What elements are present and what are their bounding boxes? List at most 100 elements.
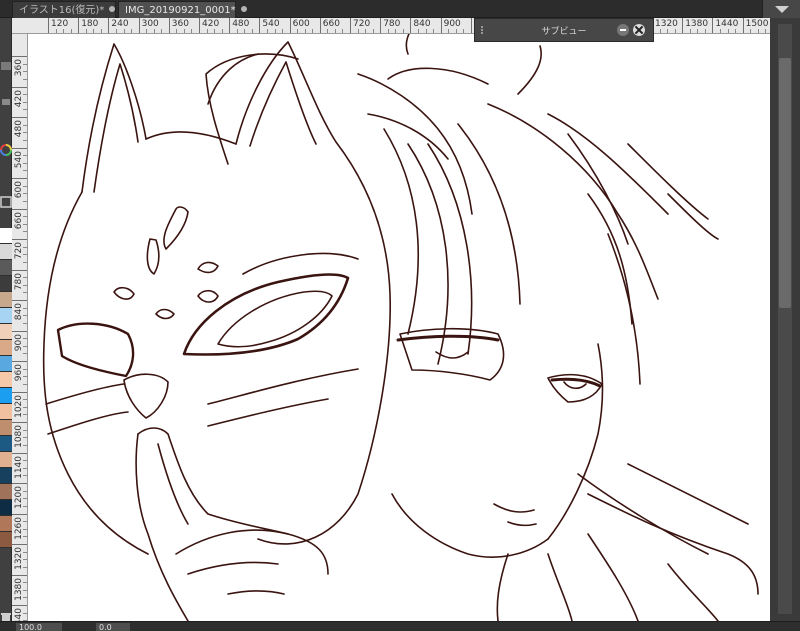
ruler-minor-tick xyxy=(146,29,148,33)
ruler-minor-tick xyxy=(463,29,465,33)
ruler-minor-tick xyxy=(417,29,419,33)
ruler-minor-tick xyxy=(395,29,397,33)
ruler-minor-tick xyxy=(274,29,276,33)
tab-list-dropdown-button[interactable] xyxy=(762,0,800,18)
ruler-minor-tick xyxy=(23,277,27,279)
unsaved-dot-icon xyxy=(240,6,247,12)
ruler-minor-tick xyxy=(334,29,336,33)
ruler-tick-label: 1380 xyxy=(685,19,709,29)
color-swatch[interactable] xyxy=(0,532,12,548)
ruler-minor-tick xyxy=(704,29,706,33)
color-swatch[interactable] xyxy=(0,468,12,484)
ruler-minor-tick xyxy=(689,29,691,33)
color-swatch[interactable] xyxy=(0,420,12,436)
document-tab-label: イラスト16(復元)* xyxy=(19,5,105,16)
ruler-minor-tick xyxy=(23,475,27,477)
ruler-tick: 360 xyxy=(168,18,189,33)
color-swatch[interactable] xyxy=(0,452,12,468)
ruler-minor-tick xyxy=(23,193,27,195)
ruler-minor-tick xyxy=(85,29,87,33)
ruler-minor-tick xyxy=(735,29,737,33)
color-swatch[interactable] xyxy=(0,516,12,532)
ruler-minor-tick xyxy=(23,582,27,584)
ruler-minor-tick xyxy=(214,29,216,33)
zoom-level-field[interactable]: 100.0 xyxy=(16,623,62,631)
drawing-canvas[interactable] xyxy=(28,34,770,621)
document-tab[interactable]: イラスト16(復元)* xyxy=(12,1,116,18)
ruler-minor-tick xyxy=(23,78,27,80)
subview-panel[interactable]: サブビュー xyxy=(474,18,654,42)
close-icon[interactable] xyxy=(633,24,645,36)
color-swatch[interactable] xyxy=(0,260,12,276)
ruler-tick-label: 720 xyxy=(353,19,371,29)
ruler-minor-tick xyxy=(23,292,27,294)
rotation-angle-field[interactable]: 0.0 xyxy=(96,623,130,631)
ruler-minor-tick xyxy=(23,536,27,538)
ruler-minor-tick xyxy=(23,437,27,439)
ruler-minor-tick xyxy=(23,139,27,141)
color-swatch[interactable] xyxy=(0,308,12,324)
ruler-minor-tick xyxy=(244,29,246,33)
ruler-minor-tick xyxy=(23,315,27,317)
color-swatch[interactable] xyxy=(0,436,12,452)
color-swatch[interactable] xyxy=(0,228,12,244)
ruler-minor-tick xyxy=(23,254,27,256)
color-swatch[interactable] xyxy=(0,404,12,420)
ruler-minor-tick xyxy=(674,29,676,33)
color-swatch[interactable] xyxy=(0,388,12,404)
color-swatch[interactable] xyxy=(0,324,12,340)
ruler-minor-tick xyxy=(131,29,133,33)
palette-options-icon[interactable] xyxy=(0,194,12,210)
vertical-scrollbar[interactable] xyxy=(770,18,800,621)
document-tab-active[interactable]: IMG_20190921_0001* xyxy=(118,1,247,18)
ruler-minor-tick xyxy=(236,29,238,33)
color-wheel-icon[interactable] xyxy=(0,142,12,156)
color-swatch[interactable] xyxy=(0,356,12,372)
ruler-minor-tick xyxy=(697,29,699,33)
minimize-icon[interactable] xyxy=(617,24,629,36)
color-swatch[interactable] xyxy=(0,276,12,292)
ruler-tick-label: 840 xyxy=(413,19,431,29)
ruler-minor-tick xyxy=(23,399,27,401)
ruler-tick-label: 540 xyxy=(14,150,24,168)
ruler-tick-label: 120 xyxy=(51,19,69,29)
ruler-minor-tick xyxy=(750,29,752,33)
ruler-minor-tick xyxy=(297,29,299,33)
color-swatch[interactable] xyxy=(0,244,12,260)
ruler-minor-tick xyxy=(23,521,27,523)
tool-icon[interactable] xyxy=(0,94,12,108)
color-swatch[interactable] xyxy=(0,372,12,388)
ruler-tick: 1380 xyxy=(682,18,708,33)
line-art-drawing xyxy=(42,34,759,621)
ruler-minor-tick xyxy=(23,124,27,126)
ruler-tick: 960 xyxy=(470,18,491,33)
ruler-tick-label: 480 xyxy=(232,19,250,29)
ruler-minor-tick xyxy=(55,29,57,33)
left-panel-strip xyxy=(0,18,12,631)
ruler-tick-label: 780 xyxy=(14,272,24,290)
ruler-minor-tick xyxy=(448,29,450,33)
ruler-tick-label: 660 xyxy=(14,211,24,229)
ruler-tick-label: 660 xyxy=(322,19,340,29)
ruler-tick: 240 xyxy=(108,18,129,33)
ruler-minor-tick xyxy=(23,597,27,599)
layer-tool-icon[interactable] xyxy=(0,58,12,72)
ruler-minor-tick xyxy=(23,498,27,500)
ruler-minor-tick xyxy=(23,460,27,462)
ruler-minor-tick xyxy=(425,29,427,33)
ruler-tick-label: 420 xyxy=(202,19,220,29)
ruler-tick: 600 xyxy=(289,18,310,33)
ruler-tick-label: 720 xyxy=(14,242,24,260)
scrollbar-thumb[interactable] xyxy=(779,58,791,308)
ruler-tick-label: 540 xyxy=(262,19,280,29)
ruler-tick: 480 xyxy=(229,18,249,33)
ruler-tick: 420 xyxy=(199,18,219,33)
color-swatch[interactable] xyxy=(0,500,12,516)
color-swatch[interactable] xyxy=(0,292,12,308)
color-swatch[interactable] xyxy=(0,340,12,356)
ruler-minor-tick xyxy=(659,29,661,33)
ruler-minor-tick xyxy=(23,551,27,553)
ruler-minor-tick xyxy=(23,368,27,370)
color-swatch[interactable] xyxy=(0,484,12,500)
ruler-tick-label: 960 xyxy=(14,364,24,382)
